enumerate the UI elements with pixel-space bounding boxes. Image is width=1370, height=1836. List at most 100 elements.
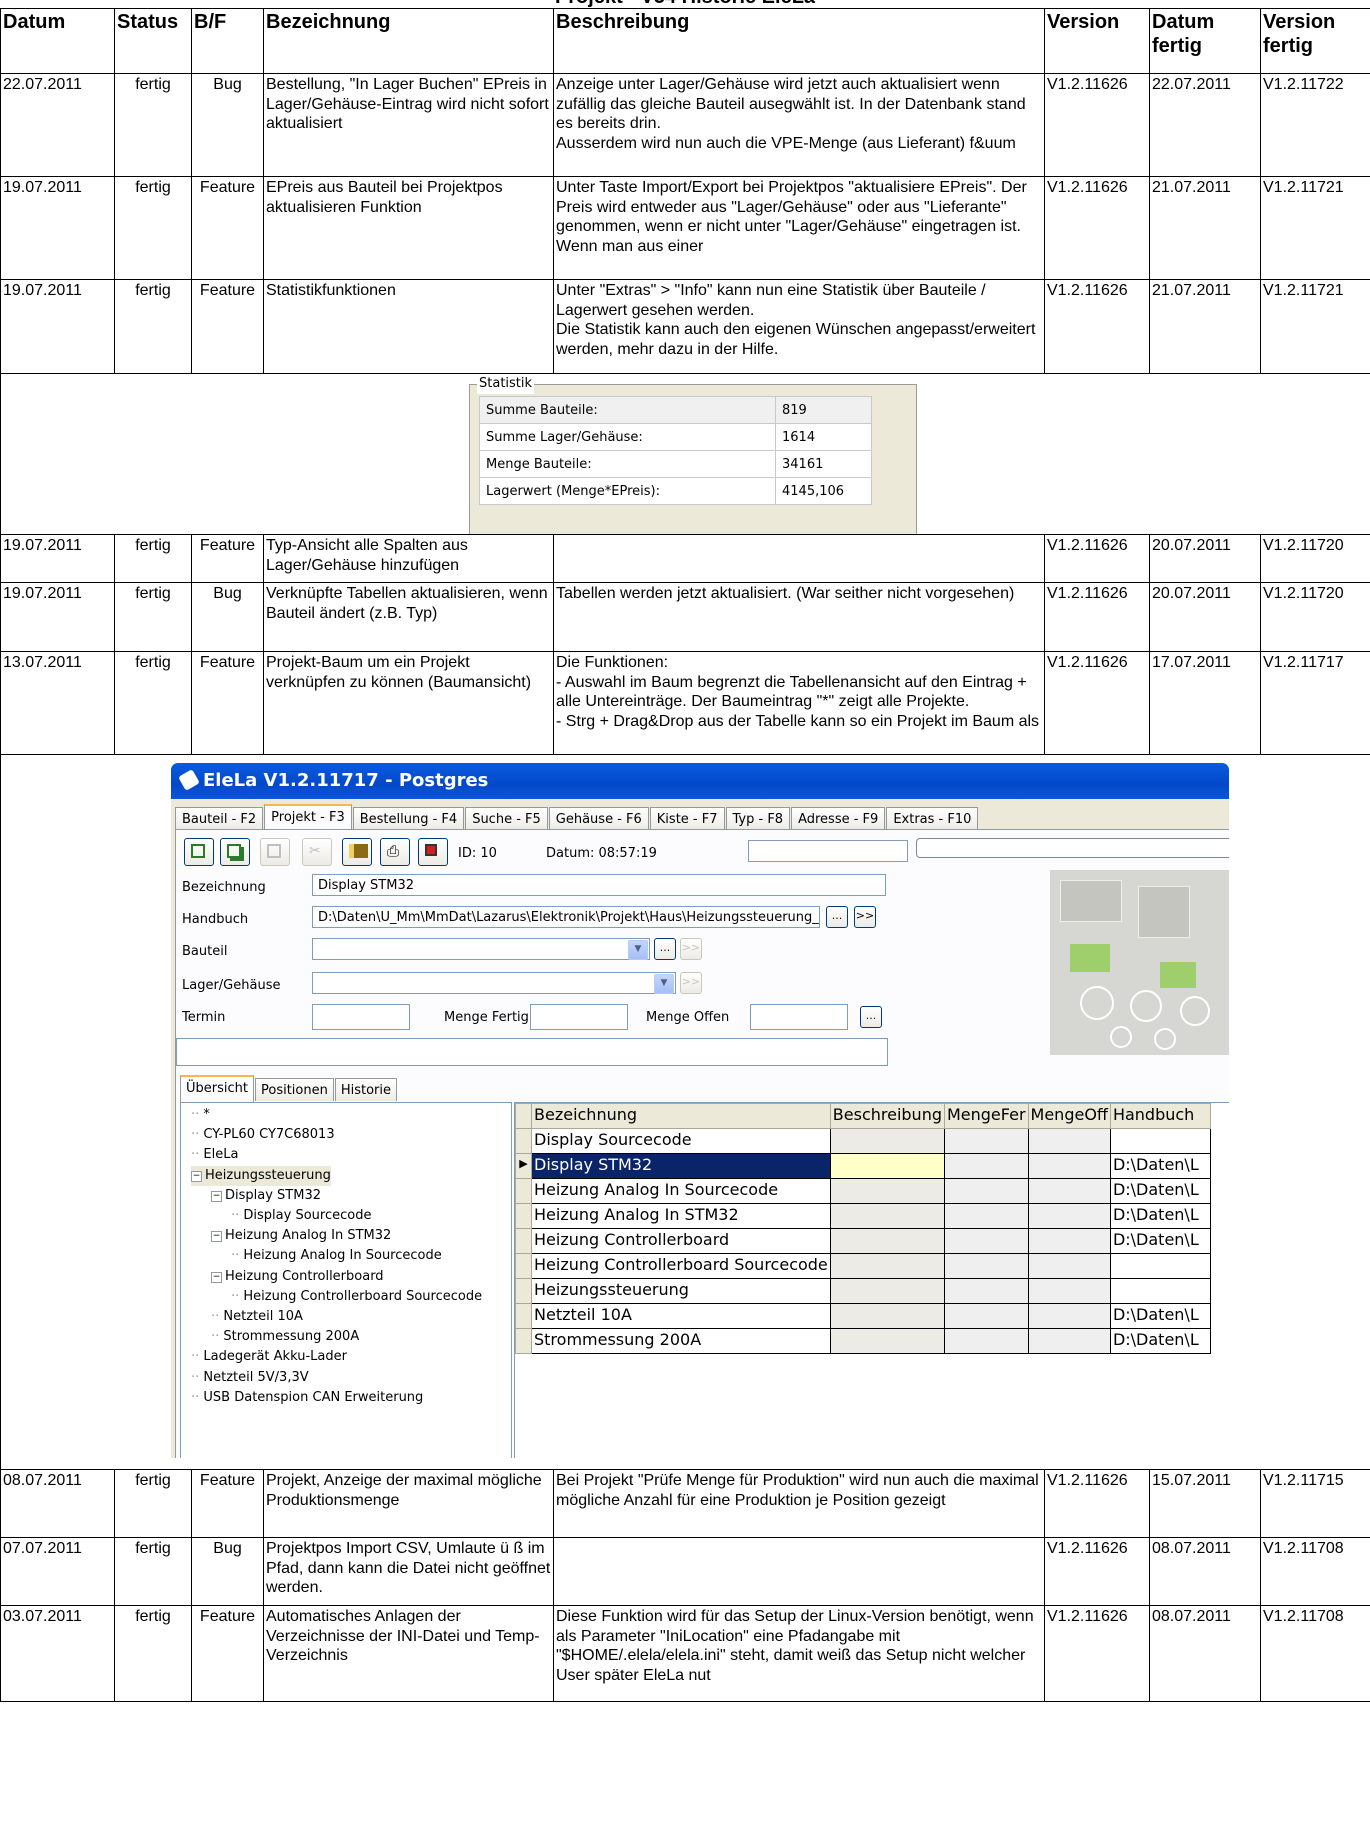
collapse-icon[interactable]: −: [211, 1271, 222, 1283]
grid-cell-beschr[interactable]: [829, 1128, 945, 1154]
grid-cell-beschr[interactable]: [829, 1178, 945, 1204]
grid-cell-hb[interactable]: D:\Daten\L: [1109, 1228, 1211, 1254]
grid-cell-menge[interactable]: [943, 1278, 1029, 1304]
grid-cell-hb[interactable]: D:\Daten\L: [1109, 1203, 1211, 1229]
grid-cell-beschr[interactable]: [829, 1153, 945, 1179]
tab-bestellung[interactable]: Bestellung - F4: [352, 807, 465, 830]
grid-cell-hb[interactable]: [1109, 1128, 1211, 1154]
grid-cell-beschr[interactable]: [829, 1253, 945, 1279]
tree-node[interactable]: ·· USB Datenspion CAN Erweiterung: [191, 1388, 423, 1408]
tree-node[interactable]: − Heizung Analog In STM32: [211, 1226, 391, 1246]
grid-cell-hb[interactable]: [1109, 1278, 1211, 1304]
paste-button[interactable]: [260, 838, 290, 866]
tree-node[interactable]: ·· Heizung Analog In Sourcecode: [231, 1246, 442, 1266]
export-button[interactable]: [418, 838, 448, 866]
grid-row[interactable]: Strommessung 200A D:\Daten\L: [515, 1328, 1211, 1354]
chevron-down-icon[interactable]: ▼: [654, 974, 674, 994]
grid-cell-bez[interactable]: Display Sourcecode: [531, 1128, 831, 1154]
tab-extras[interactable]: Extras - F10: [886, 807, 979, 830]
grid-cell-beschr[interactable]: [829, 1328, 945, 1354]
grid-cell-bez[interactable]: Heizung Analog In STM32: [531, 1203, 831, 1229]
grid-cell-menge[interactable]: [1027, 1328, 1111, 1354]
grid-cell-hb[interactable]: D:\Daten\L: [1109, 1178, 1211, 1204]
handbuch-input[interactable]: D:\Daten\U_Mm\MmDat\Lazarus\Elektronik\P…: [312, 906, 820, 928]
menge-browse-button[interactable]: ...: [860, 1006, 882, 1028]
grid-cell-menge[interactable]: [943, 1203, 1029, 1229]
grid-cell-bez[interactable]: Heizung Analog In Sourcecode: [531, 1178, 831, 1204]
grid-cell-hb[interactable]: D:\Daten\L: [1109, 1328, 1211, 1354]
grid-cell-bez[interactable]: Heizung Controllerboard Sourcecode: [531, 1253, 831, 1279]
grid-cell-menge[interactable]: [943, 1253, 1029, 1279]
grid-row[interactable]: Heizung Controllerboard D:\Daten\L: [515, 1228, 1211, 1254]
tree-node[interactable]: ·· *: [191, 1105, 210, 1125]
grid-cell-beschr[interactable]: [829, 1303, 945, 1329]
grid-header-mengeoff[interactable]: MengeOff: [1027, 1103, 1111, 1129]
grid-cell-bez[interactable]: Strommessung 200A: [531, 1328, 831, 1354]
tree-node[interactable]: ·· EleLa: [191, 1145, 238, 1165]
grid-cell-menge[interactable]: [1027, 1228, 1111, 1254]
grid-cell-menge[interactable]: [1027, 1178, 1111, 1204]
print-button[interactable]: ⎙: [380, 838, 410, 866]
tab-gehuse[interactable]: Gehäuse - F6: [548, 807, 649, 830]
subtab-positionen[interactable]: Positionen: [254, 1078, 334, 1101]
tree-node[interactable]: − Heizung Controllerboard: [211, 1267, 384, 1287]
grid-row[interactable]: Netzteil 10A D:\Daten\L: [515, 1303, 1211, 1329]
grid-cell-hb[interactable]: D:\Daten\L: [1109, 1153, 1211, 1179]
grid-header-bezeichnung[interactable]: Bezeichnung: [531, 1103, 831, 1129]
grid-cell-menge[interactable]: [1027, 1128, 1111, 1154]
grid-cell-beschr[interactable]: [829, 1228, 945, 1254]
subtab-historie[interactable]: Historie: [334, 1078, 398, 1101]
collapse-icon[interactable]: −: [211, 1190, 222, 1202]
tab-kiste[interactable]: Kiste - F7: [649, 807, 725, 830]
grid-cell-menge[interactable]: [943, 1228, 1029, 1254]
new-button[interactable]: [184, 838, 214, 866]
projekt-tree[interactable]: ·· * ·· CY-PL60 CY7C68013 ·· EleLa − Heizung…: [180, 1102, 512, 1458]
tree-node[interactable]: ·· Strommessung 200A: [211, 1327, 359, 1347]
tree-node[interactable]: − Heizungssteuerung: [191, 1165, 331, 1186]
grid-header-beschreibung[interactable]: Beschreibung: [829, 1103, 945, 1129]
grid-cell-menge[interactable]: [1027, 1153, 1111, 1179]
grid-cell-beschr[interactable]: [829, 1203, 945, 1229]
grid-cell-bez[interactable]: Heizung Controllerboard: [531, 1228, 831, 1254]
grid-cell-bez[interactable]: Netzteil 10A: [531, 1303, 831, 1329]
cut-button[interactable]: ✂: [302, 838, 332, 866]
grid-cell-bez[interactable]: Display STM32: [531, 1153, 831, 1179]
grid-row[interactable]: Heizung Analog In Sourcecode D:\Daten\L: [515, 1178, 1211, 1204]
chevron-down-icon[interactable]: ▼: [628, 940, 648, 960]
grid-header-handbuch[interactable]: Handbuch: [1109, 1103, 1211, 1129]
menge-offen-input[interactable]: [750, 1004, 848, 1030]
tab-typ[interactable]: Typ - F8: [725, 807, 791, 830]
handbuch-browse-button[interactable]: ...: [826, 906, 848, 928]
copy-button[interactable]: [220, 838, 250, 866]
window-titlebar[interactable]: EleLa V1.2.11717 - Postgres: [171, 763, 1229, 799]
tree-node[interactable]: ·· Heizung Controllerboard Sourcecode: [231, 1287, 482, 1307]
subtab-uebersicht[interactable]: Übersicht: [180, 1075, 254, 1103]
grid-cell-menge[interactable]: [1027, 1203, 1111, 1229]
grid-cell-hb[interactable]: D:\Daten\L: [1109, 1303, 1211, 1329]
termin-input[interactable]: [312, 1004, 410, 1030]
delete-button[interactable]: [342, 838, 372, 866]
status-field[interactable]: [748, 840, 908, 862]
tree-node[interactable]: ·· Netzteil 5V/3,3V: [191, 1368, 309, 1388]
notes-memo[interactable]: [176, 1038, 888, 1066]
grid-cell-beschr[interactable]: [829, 1278, 945, 1304]
grid-row[interactable]: Heizung Analog In STM32 D:\Daten\L: [515, 1203, 1211, 1229]
collapse-icon[interactable]: −: [211, 1231, 222, 1243]
tab-suche[interactable]: Suche - F5: [465, 807, 548, 830]
bauteil-select[interactable]: [312, 938, 650, 960]
lager-select[interactable]: [312, 972, 676, 994]
tree-node[interactable]: ·· Display Sourcecode: [231, 1206, 371, 1226]
bezeichnung-input[interactable]: Display STM32: [312, 874, 886, 896]
projekt-grid[interactable]: Bezeichnung Beschreibung MengeFer MengeOff H…: [514, 1102, 1229, 1458]
grid-row[interactable]: ▶ Display STM32 D:\Daten\L: [515, 1153, 1211, 1179]
grid-cell-menge[interactable]: [943, 1128, 1029, 1154]
grid-cell-menge[interactable]: [943, 1178, 1029, 1204]
grid-cell-menge[interactable]: [943, 1153, 1029, 1179]
bauteil-open-button[interactable]: >>: [680, 938, 702, 960]
grid-header-mengefer[interactable]: MengeFer: [943, 1103, 1029, 1129]
collapse-icon[interactable]: −: [191, 1170, 202, 1182]
grid-row[interactable]: Display Sourcecode: [515, 1128, 1211, 1154]
grid-cell-hb[interactable]: [1109, 1253, 1211, 1279]
tab-adresse[interactable]: Adresse - F9: [791, 807, 886, 830]
handbuch-open-button[interactable]: >>: [854, 906, 876, 928]
